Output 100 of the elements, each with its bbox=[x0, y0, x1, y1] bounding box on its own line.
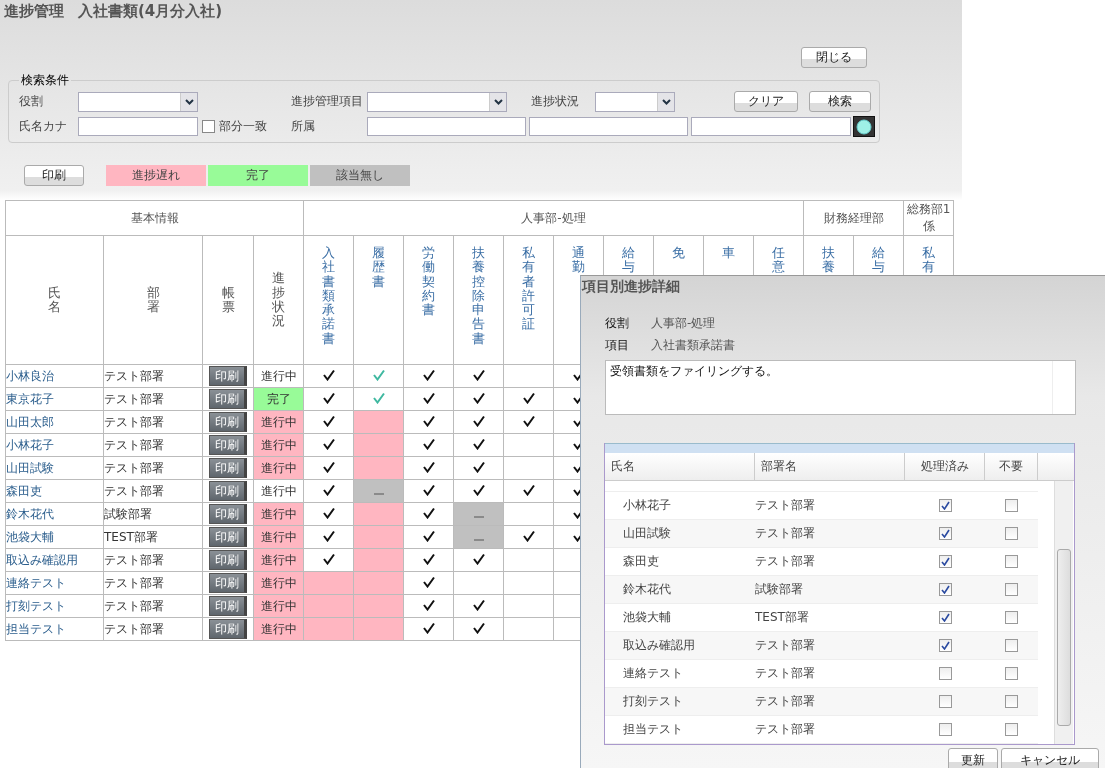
caret-icon bbox=[661, 98, 671, 105]
affiliation-input[interactable] bbox=[367, 117, 526, 136]
checkbox[interactable] bbox=[1005, 499, 1018, 512]
print-button[interactable]: 印刷 bbox=[209, 435, 247, 455]
table-cell-text: 担当テスト bbox=[622, 721, 684, 738]
caret-icon bbox=[493, 98, 503, 105]
check-icon bbox=[472, 552, 485, 565]
checkbox[interactable] bbox=[202, 120, 215, 133]
column-header: 部署 bbox=[103, 235, 203, 365]
item-dropdown[interactable] bbox=[367, 91, 507, 112]
name-link[interactable]: 小林花子 bbox=[5, 433, 104, 457]
close-button[interactable]: 閉じる bbox=[801, 47, 867, 68]
checkbox[interactable] bbox=[938, 639, 952, 652]
check-icon bbox=[472, 483, 485, 496]
column-header: 入社書類承諾書 bbox=[303, 235, 354, 365]
checkbox[interactable] bbox=[1005, 723, 1018, 736]
search-button[interactable]: 検索 bbox=[809, 91, 871, 112]
name-link[interactable]: 鈴木花代 bbox=[5, 502, 104, 526]
check-icon bbox=[422, 506, 435, 519]
print-button[interactable]: 印刷 bbox=[209, 458, 247, 478]
field-label: 進捗状況 bbox=[531, 93, 580, 110]
clear-button[interactable]: クリア bbox=[734, 91, 798, 112]
name-link[interactable]: 東京花子 bbox=[5, 387, 104, 411]
cancel-button[interactable]: キャンセル bbox=[1001, 748, 1099, 768]
table-cell: テスト部署 bbox=[103, 479, 203, 503]
picker-button[interactable] bbox=[853, 116, 875, 137]
checkbox[interactable] bbox=[938, 499, 952, 512]
check-icon bbox=[522, 529, 535, 542]
table-cell-text: 打刻テスト bbox=[622, 693, 684, 710]
role-dropdown[interactable] bbox=[78, 91, 198, 112]
table-cell-text: 池袋大輔 bbox=[622, 609, 672, 626]
name-link[interactable]: 森田吏 bbox=[5, 479, 104, 503]
print-button[interactable]: 印刷 bbox=[209, 366, 247, 386]
checkbox[interactable] bbox=[938, 611, 952, 624]
checkbox[interactable] bbox=[1005, 695, 1018, 708]
checkbox[interactable] bbox=[1005, 611, 1018, 624]
print-button[interactable]: 印刷 bbox=[209, 412, 247, 432]
note-field[interactable]: 受領書類をファイリングする。 bbox=[605, 360, 1076, 415]
check-icon bbox=[472, 621, 485, 634]
print-button[interactable]: 印刷 bbox=[209, 481, 247, 501]
checkbox[interactable] bbox=[938, 583, 952, 596]
affiliation-input[interactable] bbox=[529, 117, 688, 136]
table-cell: 進行中 bbox=[253, 364, 304, 388]
field-label: 進捗管理項目 bbox=[291, 93, 364, 110]
checkbox[interactable] bbox=[938, 667, 952, 680]
print-button[interactable]: 印刷 bbox=[209, 504, 247, 524]
check-icon bbox=[422, 414, 435, 427]
name-link[interactable]: 取込み確認用 bbox=[5, 548, 104, 572]
status-dropdown[interactable] bbox=[595, 91, 675, 112]
column-header: 氏名 bbox=[605, 453, 755, 480]
checkbox[interactable] bbox=[1005, 639, 1018, 652]
name-link[interactable]: 池袋大輔 bbox=[5, 525, 104, 549]
table-cell-text: テスト部署 bbox=[755, 553, 816, 570]
affiliation-input[interactable] bbox=[691, 117, 851, 136]
print-button[interactable]: 印刷 bbox=[209, 619, 247, 639]
print-button[interactable]: 印刷 bbox=[209, 550, 247, 570]
check-icon bbox=[422, 621, 435, 634]
checkbox[interactable] bbox=[938, 695, 952, 708]
checkbox[interactable] bbox=[1005, 667, 1018, 680]
group-header: 総務部1係 bbox=[903, 200, 954, 236]
check-icon bbox=[422, 598, 435, 611]
table-cell-text: テスト部署 bbox=[755, 637, 816, 654]
check-icon bbox=[422, 483, 435, 496]
table-cell: 試験部署 bbox=[103, 502, 203, 526]
legend-chip: 完了 bbox=[208, 165, 308, 186]
print-button[interactable]: 印刷 bbox=[24, 165, 84, 186]
check-icon bbox=[472, 460, 485, 473]
name-link[interactable]: 山田試験 bbox=[5, 456, 104, 480]
scrollbar[interactable] bbox=[1054, 481, 1073, 744]
print-button[interactable]: 印刷 bbox=[209, 389, 247, 409]
checkbox[interactable] bbox=[1005, 583, 1018, 596]
check-icon bbox=[322, 391, 335, 404]
page-title: 進捗管理 bbox=[4, 2, 64, 22]
checkbox[interactable] bbox=[1005, 527, 1018, 540]
print-button[interactable]: 印刷 bbox=[209, 527, 247, 547]
name-link[interactable]: 打刻テスト bbox=[5, 594, 104, 618]
check-icon bbox=[372, 368, 385, 381]
name-link[interactable]: 山田太郎 bbox=[5, 410, 104, 434]
search-legend: 検索条件 bbox=[19, 72, 71, 89]
legend-chip: 進捗遅れ bbox=[106, 165, 206, 186]
table-cell: テスト部署 bbox=[103, 387, 203, 411]
kana-input[interactable] bbox=[78, 117, 198, 136]
check-icon bbox=[522, 414, 535, 427]
checkbox[interactable] bbox=[938, 527, 952, 540]
table-cell-text: 連絡テスト bbox=[622, 665, 684, 682]
checkbox-label: 部分一致 bbox=[219, 118, 267, 135]
table-cell-text: テスト部署 bbox=[755, 497, 816, 514]
name-link[interactable]: 小林良治 bbox=[5, 364, 104, 388]
print-button[interactable]: 印刷 bbox=[209, 596, 247, 616]
name-link[interactable]: 担当テスト bbox=[5, 617, 104, 641]
update-button[interactable]: 更新 bbox=[948, 748, 998, 768]
name-link[interactable]: 連絡テスト bbox=[5, 571, 104, 595]
checkbox[interactable] bbox=[1005, 555, 1018, 568]
table-cell-text: 取込み確認用 bbox=[622, 637, 696, 654]
field-label: 役割 bbox=[19, 93, 44, 110]
check-icon bbox=[522, 483, 535, 496]
check-icon bbox=[472, 598, 485, 611]
checkbox[interactable] bbox=[938, 555, 952, 568]
checkbox[interactable] bbox=[938, 723, 952, 736]
print-button[interactable]: 印刷 bbox=[209, 573, 247, 593]
